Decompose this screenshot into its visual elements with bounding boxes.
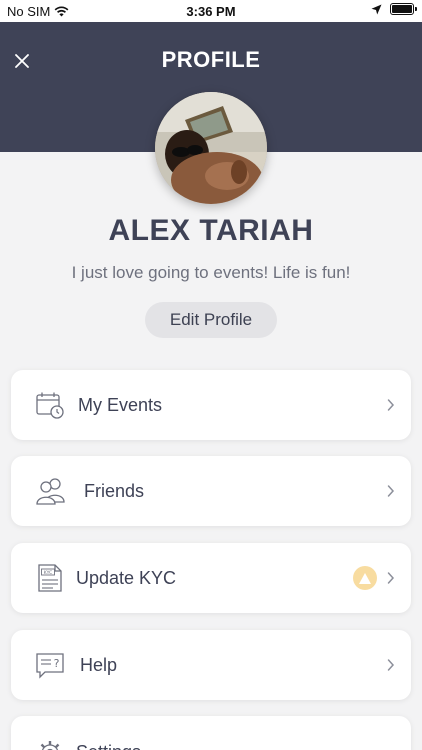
help-chat-icon: ? (36, 653, 64, 679)
chevron-right-icon (387, 659, 395, 671)
menu-item-label: Settings (76, 742, 141, 750)
svg-text:KYC: KYC (44, 570, 52, 576)
chevron-right-icon (387, 399, 395, 411)
menu-item-label: Update KYC (76, 568, 177, 588)
menu-item-label: Friends (84, 481, 145, 501)
status-bar: No SIM 3:36 PM (0, 0, 422, 22)
profile-name: ALEX TARIAH (108, 214, 314, 247)
svg-text:?: ? (54, 657, 60, 670)
warning-badge (353, 566, 377, 590)
warning-icon (359, 572, 371, 584)
menu-item-friends[interactable]: Friends (11, 456, 411, 526)
menu-item-label: Help (80, 655, 118, 675)
status-right (371, 3, 417, 15)
avatar-photo (155, 92, 267, 204)
chevron-right-icon (387, 485, 395, 497)
battery-icon (390, 3, 417, 15)
menu-item-label: My Events (78, 395, 163, 415)
avatar[interactable] (155, 92, 267, 204)
edit-profile-button[interactable]: Edit Profile (145, 302, 277, 338)
calendar-clock-icon (36, 392, 64, 419)
kyc-document-icon: KYC (38, 564, 62, 592)
menu-item-my-events[interactable]: My Events (11, 370, 411, 440)
friends-icon (36, 478, 65, 505)
menu-item-update-kyc[interactable]: KYC Update KYC (11, 543, 411, 613)
status-time: 3:36 PM (186, 4, 236, 19)
battery-fill (392, 5, 412, 13)
gear-icon (40, 741, 60, 750)
location-arrow-icon (371, 4, 382, 14)
profile-bio: I just love going to events! Life is fun… (71, 263, 351, 282)
page-title: PROFILE (161, 47, 261, 72)
menu-item-help[interactable]: ? Help (11, 630, 411, 700)
chevron-right-icon (387, 572, 395, 584)
menu-item-settings[interactable]: Settings (11, 716, 411, 750)
